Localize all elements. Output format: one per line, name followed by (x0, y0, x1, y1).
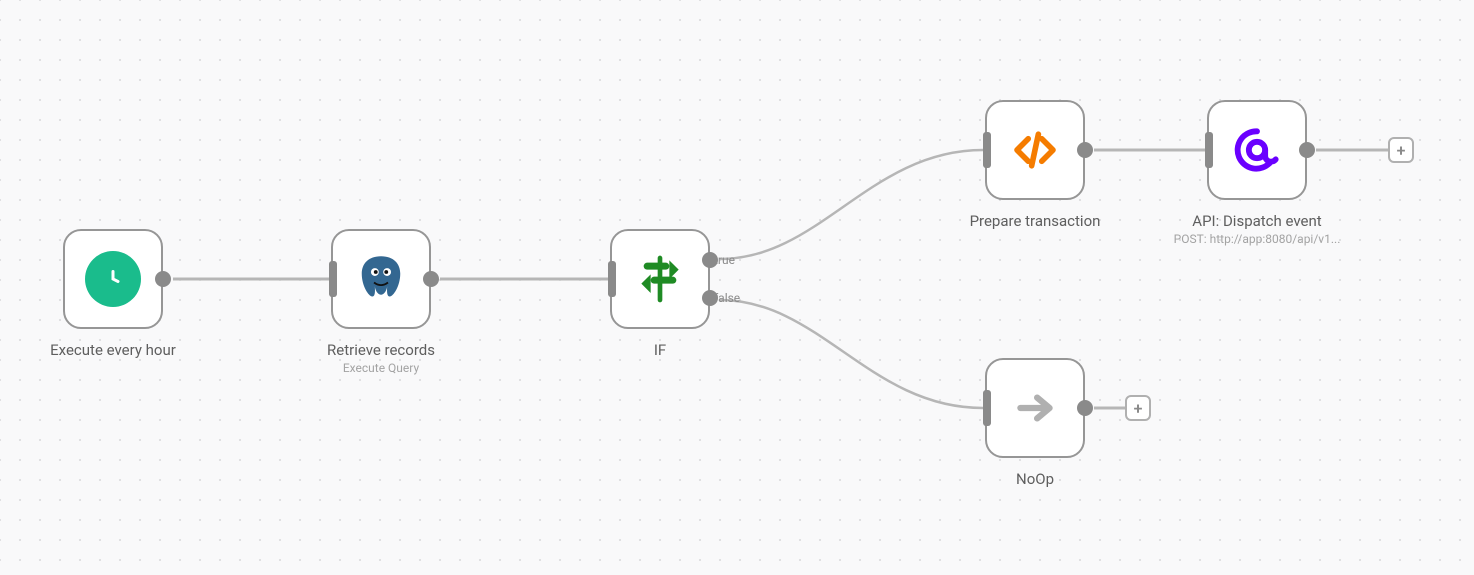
plus-icon: + (1397, 141, 1406, 160)
node-subtitle: Execute Query (271, 361, 491, 375)
output-port-false[interactable]: false (702, 290, 718, 306)
port-label-false: false (714, 291, 740, 305)
input-port[interactable] (329, 261, 337, 297)
output-port[interactable] (155, 271, 171, 287)
output-port[interactable] (1299, 142, 1315, 158)
node-title: API: Dispatch event (1147, 212, 1367, 230)
node-title: Execute every hour (3, 341, 223, 359)
workflow-canvas[interactable]: Execute every hour Retrieve records Exec… (0, 0, 1474, 575)
output-port-true[interactable]: true (702, 252, 718, 268)
input-port[interactable] (608, 261, 616, 297)
node-function[interactable]: Prepare transaction (985, 100, 1085, 200)
input-port[interactable] (983, 132, 991, 168)
edges-layer (0, 0, 1474, 575)
node-postgres[interactable]: Retrieve records Execute Query (331, 229, 431, 329)
if-icon (632, 251, 688, 307)
node-title: Retrieve records (271, 341, 491, 359)
node-title: Prepare transaction (925, 212, 1145, 230)
node-schedule-trigger[interactable]: Execute every hour (63, 229, 163, 329)
clock-icon (85, 251, 141, 307)
add-node-button[interactable]: + (1125, 395, 1151, 421)
postgres-icon (353, 251, 409, 307)
add-node-button[interactable]: + (1388, 137, 1414, 163)
output-port[interactable] (1077, 400, 1093, 416)
node-title: NoOp (925, 470, 1145, 488)
node-title: IF (550, 341, 770, 359)
arrow-right-icon (1010, 383, 1060, 433)
input-port[interactable] (983, 390, 991, 426)
node-if[interactable]: true false IF (610, 229, 710, 329)
port-label-true: true (714, 253, 735, 267)
node-http-request[interactable]: API: Dispatch event POST: http://app:808… (1207, 100, 1307, 200)
output-port[interactable] (423, 271, 439, 287)
plus-icon: + (1134, 399, 1143, 418)
input-port[interactable] (1205, 132, 1213, 168)
node-noop[interactable]: NoOp (985, 358, 1085, 458)
output-port[interactable] (1077, 142, 1093, 158)
code-icon (1008, 123, 1062, 177)
at-sign-icon (1229, 122, 1285, 178)
node-subtitle: POST: http://app:8080/api/v1... (1147, 232, 1367, 246)
